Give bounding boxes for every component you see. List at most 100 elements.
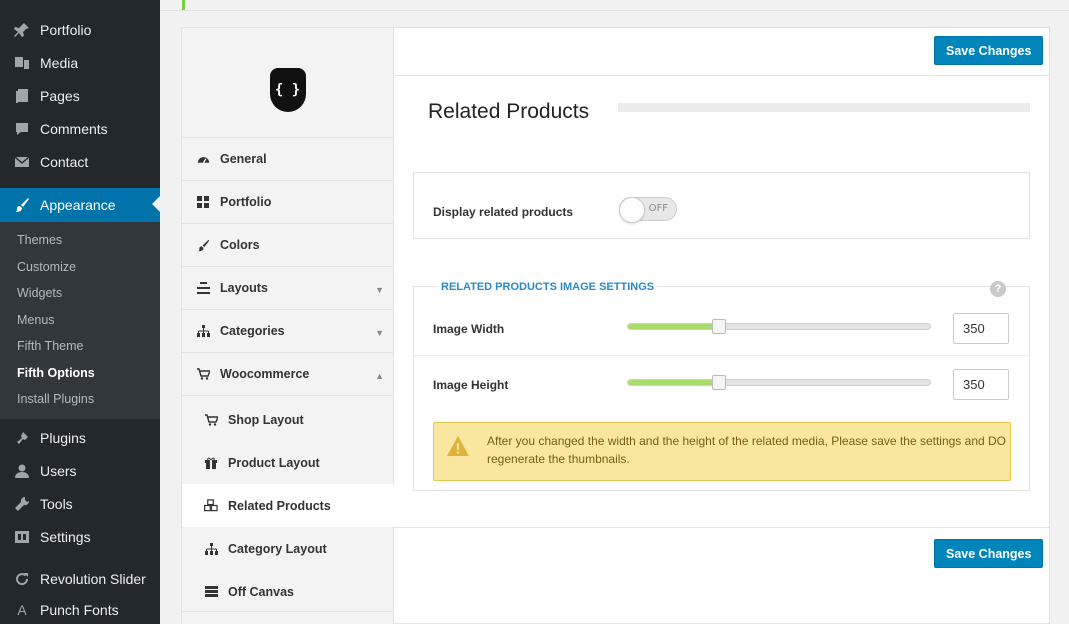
submenu-install-plugins[interactable]: Install Plugins: [17, 392, 94, 406]
header-divider: [394, 75, 1050, 76]
menu-comments[interactable]: Comments: [0, 112, 160, 145]
menu-portfolio[interactable]: Portfolio: [0, 13, 160, 46]
list-icon: [204, 586, 218, 597]
opt-nav-layouts[interactable]: Layouts ▼: [182, 267, 393, 310]
dashboard-icon: [196, 153, 210, 166]
save-changes-button-bottom[interactable]: Save Changes: [934, 539, 1044, 568]
menu-label: Revolution Slider: [40, 570, 146, 587]
image-width-slider[interactable]: [627, 319, 931, 334]
warning-text: After you changed the width and the heig…: [487, 434, 1006, 466]
opt-nav-label: Categories: [220, 324, 285, 338]
menu-label: Tools: [40, 495, 73, 512]
opt-sub-related-products[interactable]: Related Products: [182, 484, 394, 527]
sitemap-icon: [196, 325, 210, 337]
menu-revolution-slider[interactable]: Revolution Slider: [0, 562, 160, 595]
submenu-customize[interactable]: Customize: [17, 260, 76, 274]
menu-appearance[interactable]: Appearance: [0, 188, 160, 222]
submenu-menus[interactable]: Menus: [17, 313, 55, 327]
chevron-down-icon: ▼: [375, 285, 384, 295]
menu-label: Pages: [40, 87, 80, 104]
menu-pages[interactable]: Pages: [0, 79, 160, 112]
menu-punch-fonts[interactable]: A Punch Fonts: [0, 593, 160, 624]
image-width-label: Image Width: [433, 322, 505, 336]
submenu-widgets[interactable]: Widgets: [17, 286, 62, 300]
opt-nav-label: Colors: [220, 238, 260, 252]
appearance-submenu: Themes Customize Widgets Menus Fifth The…: [0, 222, 160, 419]
opt-nav-categories[interactable]: Categories ▼: [182, 310, 393, 353]
submenu-fifth-options[interactable]: Fifth Options: [17, 366, 95, 380]
opt-nav-label: Category Layout: [228, 541, 327, 556]
submenu-themes[interactable]: Themes: [17, 233, 62, 247]
pin-icon: [11, 22, 33, 38]
opt-nav-label: General: [220, 152, 267, 166]
menu-contact[interactable]: Contact: [0, 145, 160, 178]
display-related-toggle[interactable]: OFF: [619, 197, 677, 223]
image-width-input[interactable]: [953, 313, 1009, 344]
opt-nav-label: Woocommerce: [220, 367, 310, 381]
opt-nav-colors[interactable]: Colors: [182, 224, 393, 267]
menu-settings[interactable]: Settings: [0, 520, 160, 553]
settings-icon: [11, 529, 33, 545]
opt-nav-woocommerce[interactable]: Woocommerce ▲: [182, 353, 393, 396]
menu-label: Users: [40, 462, 77, 479]
font-icon: A: [17, 601, 27, 618]
plug-icon: [11, 430, 33, 446]
admin-sidebar: Portfolio Media Pages Comments Contact A…: [0, 0, 160, 624]
media-icon: [11, 55, 33, 71]
brush-icon: [196, 239, 210, 252]
menu-plugins[interactable]: Plugins: [0, 421, 160, 454]
opt-nav-label: Product Layout: [228, 455, 320, 470]
image-settings-fieldset: RELATED PRODUCTS IMAGE SETTINGS ? Image …: [413, 281, 1030, 491]
menu-media[interactable]: Media: [0, 46, 160, 79]
layout-icon: [196, 282, 210, 294]
chevron-up-icon: ▲: [375, 371, 384, 381]
slider-fill: [628, 380, 719, 385]
help-icon[interactable]: ?: [990, 281, 1006, 297]
refresh-icon: [11, 571, 33, 587]
wrench-icon: [11, 496, 33, 512]
cart-icon: [196, 368, 210, 380]
opt-sub-shop-layout[interactable]: Shop Layout: [182, 398, 393, 441]
menu-label: Plugins: [40, 429, 86, 446]
top-divider: [160, 10, 1069, 11]
title-rule: [618, 103, 1030, 112]
opt-sub-product-layout[interactable]: Product Layout: [182, 441, 393, 484]
toggle-state: OFF: [648, 203, 668, 214]
display-related-label: Display related products: [433, 205, 574, 219]
menu-label: Portfolio: [40, 21, 92, 38]
opt-sub-category-layout[interactable]: Category Layout: [182, 527, 393, 570]
opt-nav-label: Portfolio: [220, 195, 272, 209]
comment-icon: [11, 121, 33, 137]
user-icon: [11, 463, 33, 479]
display-related-card: Display related products OFF: [413, 172, 1030, 239]
status-indicator: [182, 0, 185, 10]
cart-icon: [204, 413, 218, 426]
cubes-icon: [204, 499, 218, 512]
menu-tools[interactable]: Tools: [0, 487, 160, 520]
fieldset-legend: RELATED PRODUCTS IMAGE SETTINGS: [438, 281, 658, 293]
slider-handle[interactable]: [711, 319, 726, 334]
menu-label: Settings: [40, 528, 91, 545]
gift-icon: [204, 457, 218, 469]
save-changes-button[interactable]: Save Changes: [934, 36, 1044, 65]
submenu-fifth-theme[interactable]: Fifth Theme: [17, 339, 83, 353]
image-height-slider[interactable]: [627, 375, 931, 390]
opt-nav-label: Related Products: [228, 498, 331, 513]
slider-handle[interactable]: [711, 375, 726, 390]
opt-nav-portfolio[interactable]: Portfolio: [182, 181, 393, 224]
divider: [182, 611, 393, 612]
opt-nav-label: Shop Layout: [228, 412, 304, 427]
image-height-input[interactable]: [953, 369, 1009, 400]
menu-label: Appearance: [40, 197, 116, 213]
warning-icon: [447, 436, 469, 456]
brush-icon: [11, 197, 33, 213]
page-title: Related Products: [428, 100, 590, 123]
menu-users[interactable]: Users: [0, 454, 160, 487]
menu-label: Contact: [40, 153, 89, 170]
menu-label: Punch Fonts: [40, 601, 119, 618]
footer-divider: [394, 527, 1050, 528]
opt-sub-off-canvas[interactable]: Off Canvas: [182, 570, 393, 613]
logo-icon: { }: [269, 67, 306, 112]
row-divider: [414, 355, 1029, 356]
opt-nav-general[interactable]: General: [182, 138, 393, 181]
